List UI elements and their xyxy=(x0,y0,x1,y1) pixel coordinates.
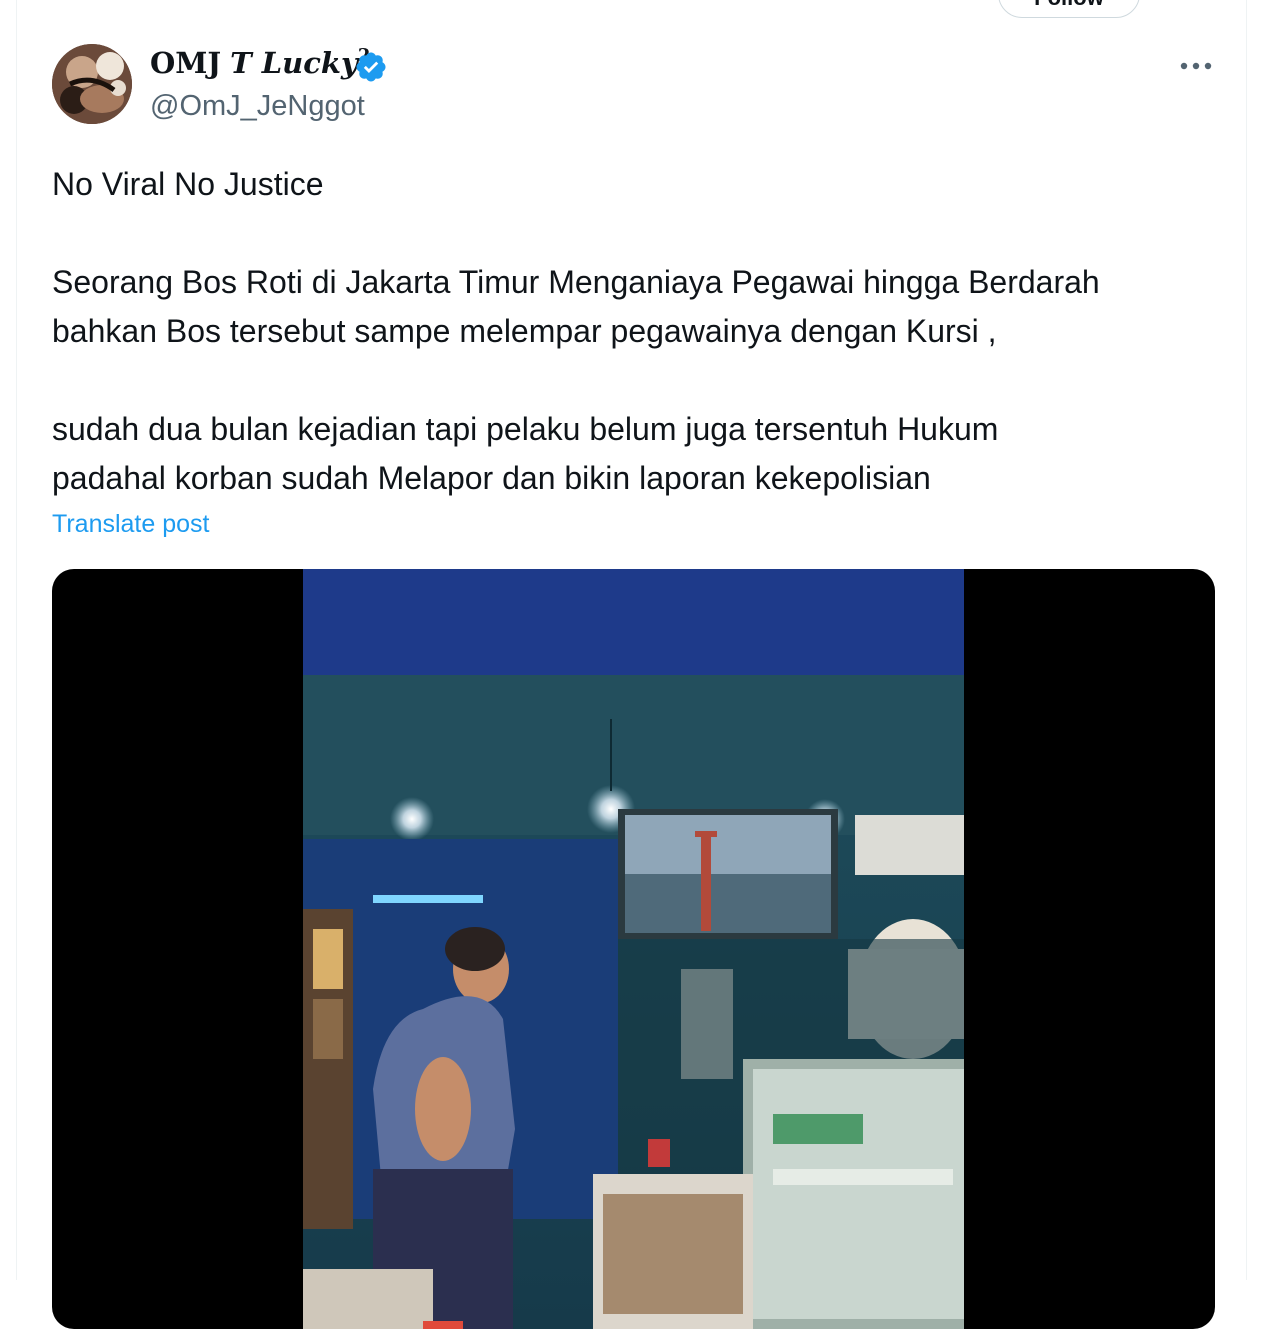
tweet-text: No Viral No Justice Seorang Bos Roti di … xyxy=(52,160,1222,503)
more-options-button[interactable] xyxy=(1176,46,1216,86)
avatar-image xyxy=(52,44,132,124)
tweet-line: No Viral No Justice xyxy=(52,166,324,202)
display-name-main: T Lucky xyxy=(230,46,358,80)
tweet-line: Seorang Bos Roti di Jakarta Timur Mengan… xyxy=(52,264,1100,300)
video-frame xyxy=(303,569,964,1329)
avatar[interactable] xyxy=(52,44,132,124)
tweet-line: padahal korban sudah Melapor dan bikin l… xyxy=(52,460,931,496)
more-horizontal-icon xyxy=(1180,62,1212,70)
follow-button-label: Follow xyxy=(999,0,1139,11)
tweet-line: sudah dua bulan kejadian tapi pelaku bel… xyxy=(52,411,999,447)
verified-badge-icon xyxy=(356,52,386,82)
card-border-left xyxy=(16,0,17,1280)
display-name-prefix: OMJ xyxy=(150,46,222,80)
follow-button[interactable]: Follow xyxy=(998,0,1140,18)
display-name[interactable]: OMJ T Lucky 2 xyxy=(150,45,370,81)
card-border-right xyxy=(1246,0,1247,1280)
user-handle[interactable]: @OmJ_JeNggot xyxy=(150,90,365,123)
video-player[interactable] xyxy=(52,569,1215,1329)
translate-post-link[interactable]: Translate post xyxy=(52,510,209,539)
tweet-line: bahkan Bos tersebut sampe melempar pegaw… xyxy=(52,313,997,349)
